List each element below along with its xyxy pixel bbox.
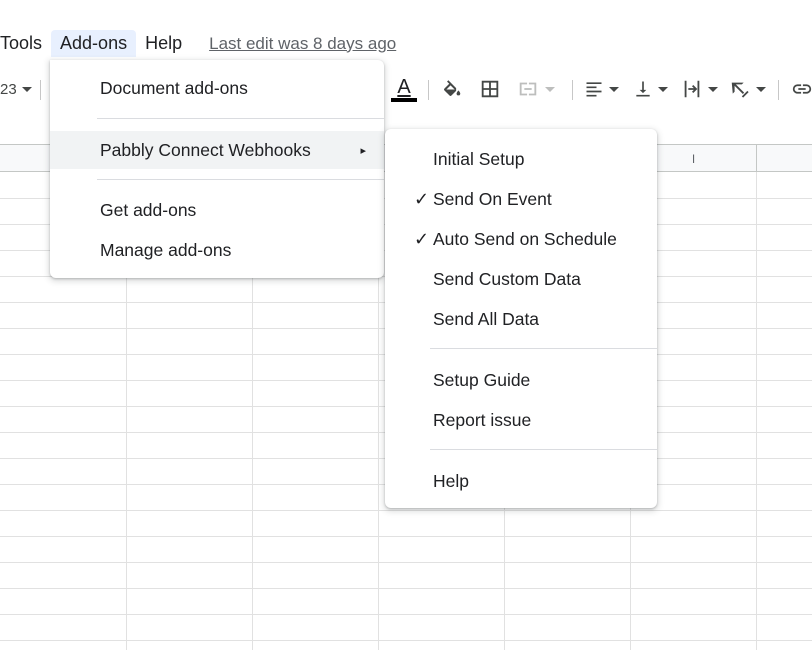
- text-rotation-icon: [731, 82, 749, 98]
- menu-item-report-issue[interactable]: Report issue: [385, 402, 657, 438]
- fill-color-button[interactable]: [441, 76, 463, 102]
- text-color-button[interactable]: A: [391, 76, 417, 102]
- menu-divider: [97, 179, 384, 180]
- last-edit-link[interactable]: Last edit was 8 days ago: [209, 34, 396, 54]
- menu-item-label: Help: [433, 470, 469, 491]
- align-left-icon: [586, 82, 602, 97]
- toolbar-divider: [428, 80, 429, 100]
- menu-item-send-on-event[interactable]: ✓ Send On Event: [385, 181, 657, 217]
- vertical-align-bottom-icon: [636, 81, 650, 97]
- grid-line: [0, 614, 812, 615]
- menu-divider: [430, 348, 657, 349]
- borders-button[interactable]: [479, 76, 501, 102]
- zoom-select[interactable]: 23: [0, 76, 32, 102]
- menu-item-manage-add-ons[interactable]: Manage add-ons: [50, 232, 384, 268]
- menu-item-help[interactable]: Help: [385, 463, 657, 499]
- horizontal-align-button[interactable]: [584, 76, 619, 102]
- menu-divider: [97, 118, 384, 119]
- chevron-down-icon: [658, 86, 668, 92]
- checkmark-icon: ✓: [414, 188, 430, 209]
- menu-item-label: Initial Setup: [433, 148, 525, 169]
- menu-item-send-all-data[interactable]: Send All Data: [385, 301, 657, 337]
- menu-add-ons[interactable]: Add-ons: [51, 30, 137, 57]
- toolbar-divider: [572, 80, 573, 100]
- text-rotation-button[interactable]: [729, 76, 766, 102]
- zoom-value: 23: [0, 80, 17, 98]
- borders-icon: [481, 80, 499, 98]
- insert-link-button[interactable]: [790, 76, 812, 102]
- menu-item-setup-guide[interactable]: Setup Guide: [385, 362, 657, 398]
- fill-color-icon: [444, 80, 461, 96]
- grid-line: [0, 640, 812, 641]
- column-header[interactable]: [757, 145, 812, 172]
- menu-item-get-add-ons[interactable]: Get add-ons: [50, 192, 384, 228]
- menu-item-label: Send Custom Data: [433, 268, 581, 289]
- text-wrapping-button[interactable]: [681, 76, 718, 102]
- menu-item-pabbly-connect-webhooks[interactable]: Pabbly Connect Webhooks ▸: [50, 131, 384, 169]
- menu-item-label: Manage add-ons: [100, 239, 232, 260]
- menu-item-initial-setup[interactable]: Initial Setup: [385, 141, 657, 177]
- menu-item-label: Document add-ons: [100, 77, 248, 98]
- menu-divider: [430, 449, 657, 450]
- chevron-down-icon: [545, 86, 555, 92]
- menu-item-label: Get add-ons: [100, 199, 197, 220]
- submenu-arrow-icon: ▸: [360, 144, 366, 157]
- menu-tools[interactable]: Tools: [0, 30, 51, 57]
- vertical-align-button[interactable]: [633, 76, 668, 102]
- menu-item-document-add-ons[interactable]: Document add-ons: [50, 70, 384, 106]
- merge-cells-icon: [519, 82, 537, 96]
- toolbar-divider: [40, 80, 41, 100]
- grid-line: [0, 510, 812, 511]
- grid-line: [756, 172, 757, 650]
- chevron-down-icon: [756, 86, 766, 92]
- grid-line: [0, 536, 812, 537]
- merge-cells-button[interactable]: [516, 76, 555, 102]
- pabbly-submenu: Initial Setup ✓ Send On Event ✓ Auto Sen…: [385, 129, 657, 508]
- text-color-icon: A: [397, 75, 411, 98]
- menu-item-send-custom-data[interactable]: Send Custom Data: [385, 261, 657, 297]
- grid-line: [0, 588, 812, 589]
- menu-item-label: Send On Event: [433, 188, 552, 209]
- menu-item-label: Send All Data: [433, 308, 540, 329]
- checkmark-icon: ✓: [414, 228, 430, 249]
- grid-line: [0, 562, 812, 563]
- menu-item-label: Auto Send on Schedule: [433, 228, 617, 249]
- toolbar-divider: [778, 80, 779, 100]
- chevron-down-icon: [609, 86, 619, 92]
- menu-item-auto-send-on-schedule[interactable]: ✓ Auto Send on Schedule: [385, 221, 657, 257]
- chevron-down-icon: [708, 86, 718, 92]
- menu-help[interactable]: Help: [136, 30, 191, 57]
- text-wrap-icon: [684, 80, 700, 98]
- chevron-down-icon: [21, 86, 32, 92]
- menu-item-label: Report issue: [433, 409, 532, 430]
- menu-bar: Tools Add-ons Help Last edit was 8 days …: [0, 27, 396, 60]
- add-ons-menu: Document add-ons Pabbly Connect Webhooks…: [50, 60, 384, 278]
- text-color-swatch: [391, 97, 417, 102]
- menu-item-label: Pabbly Connect Webhooks: [100, 139, 311, 160]
- insert-link-icon: [792, 84, 812, 94]
- menu-item-label: Setup Guide: [433, 369, 531, 390]
